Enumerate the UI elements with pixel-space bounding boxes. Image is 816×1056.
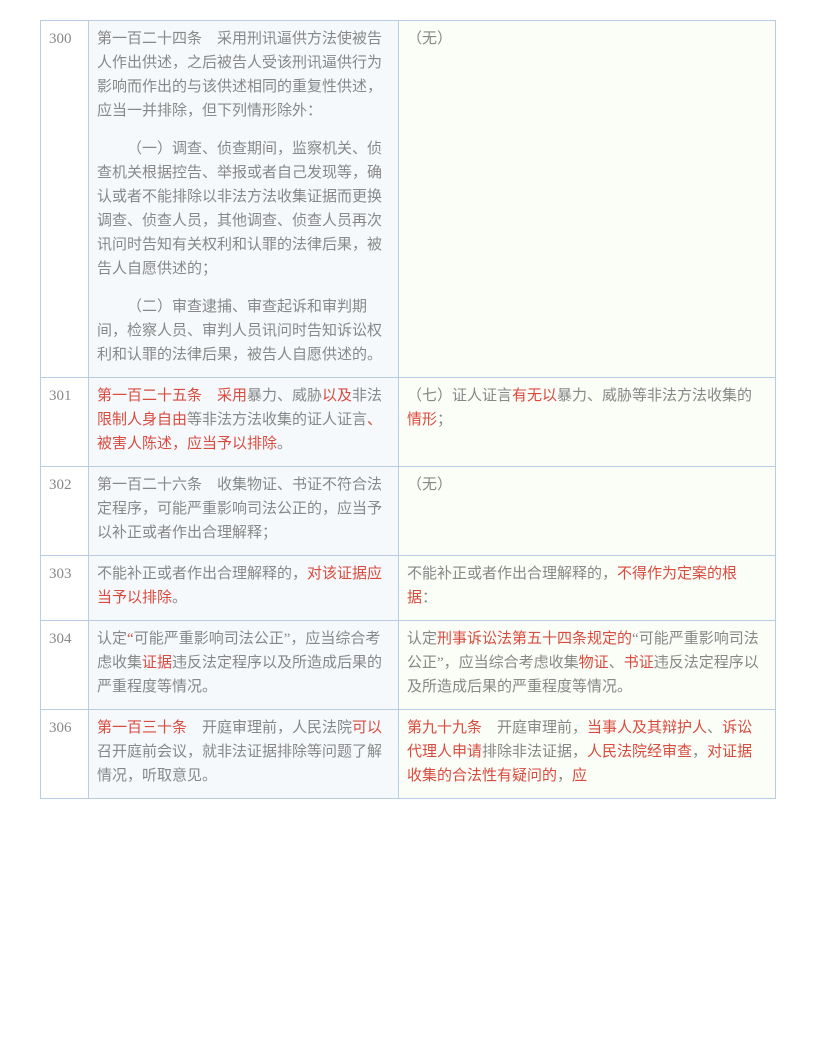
text-segment: （七）: [407, 388, 452, 404]
text-segment: （一）调查、侦查期间，监察机关、侦查机关根据控告、举报或者自己发现等，确认或者不…: [97, 141, 382, 277]
table-row: 306第一百三十条 开庭审理前，人民法院可以召开庭前会议，就非法证据排除等问题了…: [41, 710, 776, 799]
row-number: 304: [41, 621, 89, 710]
right-cell: 不能补正或者作出合理解释的，不得作为定案的根据：: [399, 556, 776, 621]
text-segment: 第九十九条: [407, 720, 497, 736]
row-number: 303: [41, 556, 89, 621]
text-segment: 认定: [407, 631, 437, 647]
table-row: 304认定“可能严重影响司法公正”，应当综合考虑收集证据违反法定程序以及所造成后…: [41, 621, 776, 710]
right-cell: （无）: [399, 21, 776, 378]
left-cell: 认定“可能严重影响司法公正”，应当综合考虑收集证据违反法定程序以及所造成后果的严…: [89, 621, 399, 710]
right-cell: （七）证人证言有无以暴力、威胁等非法方法收集的情形；: [399, 378, 776, 467]
text-segment: 不能补正或者作出合理解释的，: [407, 566, 617, 582]
text-segment: 情形: [407, 412, 437, 428]
text-segment: 证人证言: [452, 388, 512, 404]
text-segment: 刑事诉讼法第五十四条规定的: [437, 631, 632, 647]
paragraph: 不能补正或者作出合理解释的，不得作为定案的根据：: [407, 562, 767, 610]
paragraph: 认定“可能严重影响司法公正”，应当综合考虑收集证据违反法定程序以及所造成后果的严…: [97, 627, 390, 699]
text-segment: 第一百二十六条 收集物证、书证不符合法定程序，可能严重影响司法公正的，应当予以补…: [97, 477, 382, 541]
text-segment: 不能补正或者作出合理解释的，: [97, 566, 307, 582]
text-segment: ；: [437, 412, 452, 428]
text-segment: 召开庭前会议，就非法证据排除等问题了解情况，听取意见。: [97, 744, 382, 784]
text-segment: 、: [609, 655, 624, 671]
text-segment: 开庭审理前，: [497, 720, 587, 736]
text-segment: 书证: [624, 655, 654, 671]
paragraph: 不能补正或者作出合理解释的，对该证据应当予以排除。: [97, 562, 390, 610]
text-segment: ，: [692, 744, 707, 760]
text-segment: 物证: [579, 655, 609, 671]
text-segment: 第一百二十五条 采用: [97, 388, 247, 404]
text-segment: 以及: [322, 388, 352, 404]
left-cell: 第一百二十五条 采用暴力、威胁以及非法限制人身自由等非法方法收集的证人证言、被害…: [89, 378, 399, 467]
text-segment: （无）: [407, 31, 452, 47]
table-row: 300第一百二十四条 采用刑讯逼供方法使被告人作出供述，之后被告人受该刑讯逼供行…: [41, 21, 776, 378]
text-segment: 有无以: [512, 388, 557, 404]
paragraph: 第一百二十四条 采用刑讯逼供方法使被告人作出供述，之后被告人受该刑讯逼供行为影响…: [97, 27, 390, 123]
text-segment: 、: [707, 720, 722, 736]
text-segment: 暴力、威胁: [247, 388, 322, 404]
paragraph: 第一百二十六条 收集物证、书证不符合法定程序，可能严重影响司法公正的，应当予以补…: [97, 473, 390, 545]
right-cell: 第九十九条 开庭审理前，当事人及其辩护人、诉讼代理人申请排除非法证据，人民法院经…: [399, 710, 776, 799]
paragraph: 第九十九条 开庭审理前，当事人及其辩护人、诉讼代理人申请排除非法证据，人民法院经…: [407, 716, 767, 788]
comparison-table: 300第一百二十四条 采用刑讯逼供方法使被告人作出供述，之后被告人受该刑讯逼供行…: [40, 20, 776, 799]
text-segment: 第一百三十条: [97, 720, 202, 736]
left-cell: 第一百二十六条 收集物证、书证不符合法定程序，可能严重影响司法公正的，应当予以补…: [89, 467, 399, 556]
right-cell: （无）: [399, 467, 776, 556]
table-row: 301 第一百二十五条 采用暴力、威胁以及非法限制人身自由等非法方法收集的证人证言…: [41, 378, 776, 467]
right-cell: 认定刑事诉讼法第五十四条规定的“可能严重影响司法公正”，应当综合考虑收集物证、书…: [399, 621, 776, 710]
left-cell: 第一百三十条 开庭审理前，人民法院可以召开庭前会议，就非法证据排除等问题了解情况…: [89, 710, 399, 799]
paragraph: （无）: [407, 27, 767, 51]
text-segment: 可以: [352, 720, 382, 736]
paragraph: 第一百二十五条 采用暴力、威胁以及非法限制人身自由等非法方法收集的证人证言、被害…: [97, 384, 390, 456]
paragraph: （无）: [407, 473, 767, 497]
text-segment: “: [127, 631, 134, 647]
text-segment: 当事人及其辩护人: [587, 720, 707, 736]
text-segment: 应: [572, 768, 587, 784]
text-segment: 第一百二十四条 采用刑讯逼供方法使被告人作出供述，之后被告人受该刑讯逼供行为影响…: [97, 31, 382, 119]
paragraph: （七）证人证言有无以暴力、威胁等非法方法收集的情形；: [407, 384, 767, 432]
text-segment: （二）审查逮捕、审查起诉和审判期间，检察人员、审判人员讯问时告知诉讼权利和认罪的…: [97, 299, 382, 363]
row-number: 302: [41, 467, 89, 556]
row-number: 301: [41, 378, 89, 467]
text-segment: 暴力、威胁等非法方法收集的: [557, 388, 752, 404]
text-segment: 开庭审理前，人民法院: [202, 720, 352, 736]
paragraph: （二）审查逮捕、审查起诉和审判期间，检察人员、审判人员讯问时告知诉讼权利和认罪的…: [97, 295, 390, 367]
left-cell: 不能补正或者作出合理解释的，对该证据应当予以排除。: [89, 556, 399, 621]
text-segment: 证据: [142, 655, 172, 671]
text-segment: 人民法院经审查: [587, 744, 692, 760]
row-number: 300: [41, 21, 89, 378]
paragraph: （一）调查、侦查期间，监察机关、侦查机关根据控告、举报或者自己发现等，确认或者不…: [97, 137, 390, 281]
text-segment: ，: [557, 768, 572, 784]
text-segment: 认定: [97, 631, 127, 647]
text-segment: 。: [172, 590, 187, 606]
text-segment: ：: [422, 590, 437, 606]
table-row: 302第一百二十六条 收集物证、书证不符合法定程序，可能严重影响司法公正的，应当…: [41, 467, 776, 556]
text-segment: 。: [277, 436, 292, 452]
left-cell: 第一百二十四条 采用刑讯逼供方法使被告人作出供述，之后被告人受该刑讯逼供行为影响…: [89, 21, 399, 378]
paragraph: 第一百三十条 开庭审理前，人民法院可以召开庭前会议，就非法证据排除等问题了解情况…: [97, 716, 390, 788]
row-number: 306: [41, 710, 89, 799]
paragraph: 认定刑事诉讼法第五十四条规定的“可能严重影响司法公正”，应当综合考虑收集物证、书…: [407, 627, 767, 699]
table-row: 303不能补正或者作出合理解释的，对该证据应当予以排除。不能补正或者作出合理解释…: [41, 556, 776, 621]
text-segment: 排除非法证据，: [482, 744, 587, 760]
text-segment: 等非法方法收集的证人证言: [187, 412, 367, 428]
text-segment: 限制人身自由: [97, 412, 187, 428]
text-segment: （无）: [407, 477, 452, 493]
text-segment: 非法: [352, 388, 382, 404]
document-page: 300第一百二十四条 采用刑讯逼供方法使被告人作出供述，之后被告人受该刑讯逼供行…: [0, 0, 816, 819]
